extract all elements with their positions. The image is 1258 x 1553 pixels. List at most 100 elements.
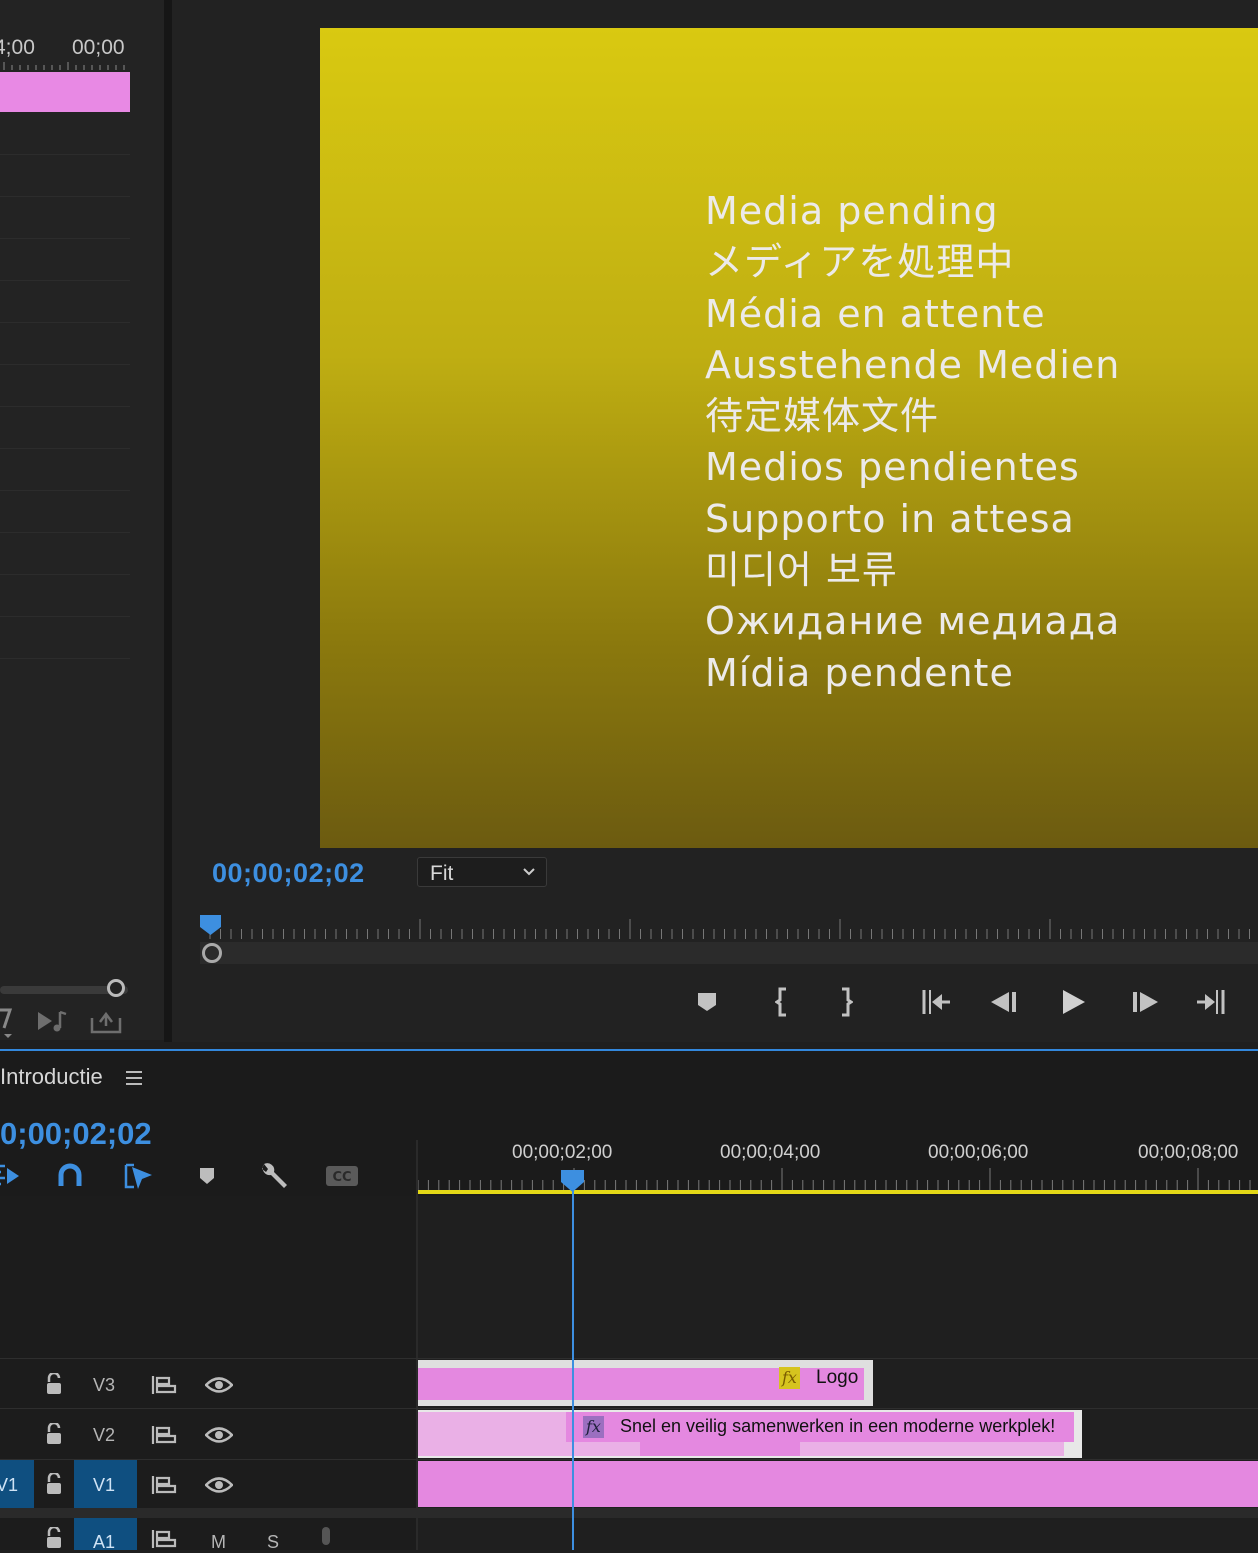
sync-lock-icon[interactable] (150, 1526, 180, 1552)
source-monitor-panel (0, 0, 164, 1040)
sequence-timecode[interactable]: 0;00;02;02 (0, 1116, 152, 1152)
step-forward-button[interactable] (1127, 984, 1163, 1020)
clip-label: Snel en veilig samenwerken in een modern… (620, 1416, 1056, 1436)
media-pending-line: Media pending (705, 189, 999, 233)
insert-audio-icon[interactable] (36, 1008, 70, 1034)
eye-icon[interactable] (203, 1422, 235, 1448)
zoom-level-value: Fit (430, 862, 454, 885)
source-ruler-label: 00;00 (72, 36, 125, 59)
timeline-playhead[interactable] (561, 1170, 584, 1192)
timeline-playhead-line[interactable] (572, 1186, 574, 1550)
add-marker-tool[interactable] (187, 1158, 227, 1194)
timeline-time-ruler[interactable] (418, 1162, 1258, 1192)
track-header-a1: A1 M S (0, 1518, 416, 1552)
source-clip-bar[interactable] (0, 72, 130, 112)
panel-divider[interactable] (164, 0, 172, 1042)
mark-in-button[interactable] (764, 984, 800, 1020)
eye-icon[interactable] (203, 1472, 235, 1498)
media-pending-line: Supporto in attesa (705, 496, 1075, 541)
lock-icon[interactable] (42, 1372, 66, 1396)
eye-icon[interactable] (203, 1372, 235, 1398)
snap-icon (58, 1163, 82, 1186)
media-pending-text: Media pending メディアを処理中 Média en attente … (705, 186, 1120, 699)
mark-out-icon (842, 987, 853, 1017)
export-frame-icon[interactable] (0, 1006, 16, 1040)
go-to-out-icon (1197, 990, 1225, 1014)
fx-badge: fx (779, 1367, 800, 1389)
source-patch-label: V1 (0, 1475, 19, 1495)
play-button[interactable] (1055, 984, 1091, 1020)
track-header-v2: V2 (0, 1410, 416, 1460)
program-video-frame[interactable]: Media pending メディアを処理中 Média en attente … (320, 28, 1258, 848)
work-area-bar[interactable] (418, 1190, 1258, 1194)
program-timecode[interactable]: 00;00;02;02 (212, 858, 365, 889)
source-row-divider (0, 322, 130, 323)
chevron-down-icon (523, 868, 535, 876)
overwrite-icon[interactable] (90, 1008, 122, 1034)
media-pending-line: 待定媒体文件 (705, 394, 940, 439)
add-marker-button[interactable] (689, 984, 725, 1020)
add-marker-icon (698, 993, 716, 1011)
zoom-level-select[interactable]: Fit (417, 857, 547, 887)
source-row-divider (0, 448, 130, 449)
captions-button[interactable]: CC (322, 1158, 362, 1194)
timeline-ruler-label: 00;00;08;00 (1138, 1142, 1239, 1163)
linked-selection-button[interactable] (117, 1158, 157, 1194)
media-pending-line: Medios pendientes (705, 445, 1080, 490)
fx-badge: fx (583, 1416, 604, 1438)
lock-icon[interactable] (42, 1472, 66, 1496)
track-name[interactable]: V3 (93, 1375, 115, 1396)
sync-lock-icon[interactable] (150, 1472, 180, 1498)
source-ruler-label: 4;00 (0, 36, 35, 59)
media-pending-line: Ожидание медиада (705, 599, 1121, 644)
microphone-icon[interactable] (314, 1524, 338, 1550)
snap-button[interactable] (50, 1158, 90, 1194)
source-ruler-ticks (3, 62, 125, 70)
step-back-button[interactable] (986, 984, 1022, 1020)
track-name[interactable]: V2 (93, 1425, 115, 1446)
step-forward-icon (1133, 992, 1158, 1012)
source-row-divider (0, 406, 130, 407)
program-zoom-scrollbar[interactable] (200, 942, 1258, 964)
active-panel-highlight (0, 1049, 1258, 1051)
track-target-a1[interactable]: A1 (74, 1518, 137, 1552)
captions-icon: CC (326, 1166, 358, 1186)
program-zoom-handle[interactable] (202, 943, 222, 963)
sequence-tab-title[interactable]: Introductie (0, 1064, 103, 1090)
add-marker-icon (200, 1168, 214, 1184)
media-pending-line: メディアを処理中 (705, 240, 1015, 285)
media-pending-line: 미디어 보류 (705, 548, 898, 593)
mark-out-button[interactable] (828, 984, 864, 1020)
program-playhead[interactable] (200, 915, 221, 935)
track-target-v1[interactable]: V1 (74, 1460, 137, 1508)
lock-icon[interactable] (42, 1422, 66, 1446)
source-zoom-handle[interactable] (107, 979, 125, 997)
panel-menu-icon[interactable] (124, 1070, 144, 1086)
mark-in-icon (775, 987, 786, 1017)
go-to-in-button[interactable] (917, 984, 953, 1020)
nest-button[interactable] (0, 1158, 28, 1194)
linked-selection-icon (124, 1163, 152, 1189)
track-name: V1 (93, 1475, 116, 1495)
source-row-divider (0, 280, 130, 281)
lock-icon[interactable] (42, 1526, 66, 1550)
source-row-divider (0, 196, 130, 197)
track-header-v3: V3 (0, 1360, 416, 1410)
sync-lock-icon[interactable] (150, 1422, 180, 1448)
timeline-ruler-label: 00;00;02;00 (512, 1142, 613, 1163)
sync-lock-icon[interactable] (150, 1372, 180, 1398)
source-patch-v1[interactable]: V1 (0, 1460, 34, 1508)
media-pending-line: Média en attente (705, 291, 1046, 336)
program-time-ruler[interactable] (200, 915, 1258, 943)
track-separator (0, 1358, 1258, 1359)
source-row-divider (0, 364, 130, 365)
play-icon (1063, 990, 1085, 1014)
timeline-settings-button[interactable] (254, 1158, 294, 1194)
clip-v2-segment[interactable] (640, 1441, 800, 1456)
clip-v1-media[interactable] (418, 1461, 1258, 1507)
go-to-out-button[interactable] (1194, 984, 1230, 1020)
source-row-divider (0, 154, 130, 155)
media-pending-line: Ausstehende Medien (705, 342, 1121, 387)
source-row-divider (0, 238, 130, 239)
track-header-v1: V1 V1 (0, 1460, 416, 1510)
